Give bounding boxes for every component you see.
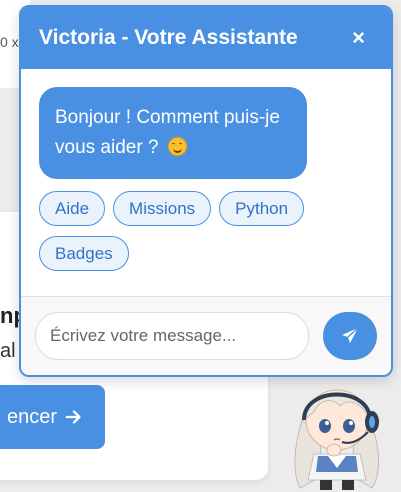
chat-widget: Victoria - Votre Assistante × Bonjour ! …: [19, 5, 393, 377]
chat-header: Victoria - Votre Assistante ×: [21, 7, 391, 69]
chat-messages: Bonjour ! Comment puis-je vous aider ? A…: [21, 69, 391, 271]
quick-reply-missions[interactable]: Missions: [113, 191, 212, 226]
assistant-message: Bonjour ! Comment puis-je vous aider ?: [39, 87, 307, 179]
quick-reply-badges[interactable]: Badges: [39, 236, 129, 271]
quick-replies: Aide Missions Python Badges: [39, 191, 339, 271]
send-button[interactable]: [323, 312, 377, 360]
smiling-face-icon: [167, 137, 187, 156]
quick-reply-python[interactable]: Python: [219, 191, 305, 226]
assistant-message-text: Bonjour ! Comment puis-je vous aider ?: [55, 107, 280, 158]
paper-plane-icon: [342, 327, 359, 343]
start-button[interactable]: encer: [0, 385, 105, 449]
close-icon[interactable]: ×: [352, 27, 365, 49]
start-button-label: encer: [6, 405, 57, 428]
background-card-text: 0 x: [0, 34, 19, 50]
arrow-right-icon: [65, 410, 81, 424]
background-subtitle: al: [0, 340, 16, 362]
chat-footer: [21, 296, 391, 375]
quick-reply-aide[interactable]: Aide: [39, 191, 106, 226]
chat-title: Victoria - Votre Assistante: [39, 26, 298, 49]
assistant-avatar[interactable]: [284, 376, 390, 492]
message-input[interactable]: [35, 312, 309, 360]
